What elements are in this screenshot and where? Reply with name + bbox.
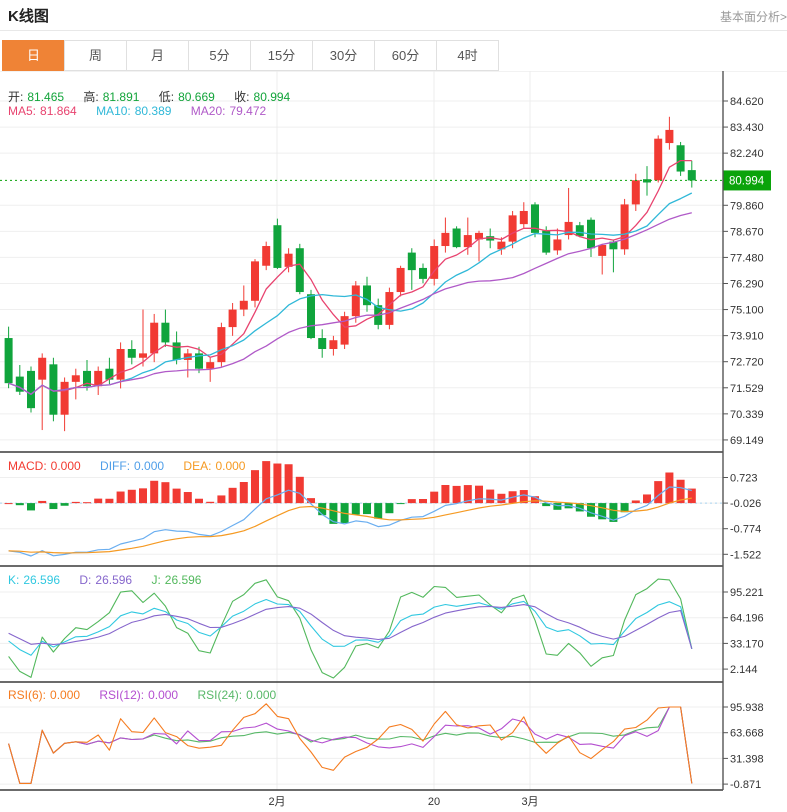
macd-value: 0.000	[51, 459, 81, 473]
rsi12-value: 0.000	[148, 688, 178, 702]
header: K线图 基本面分析>	[0, 0, 787, 31]
diff-label: DIFF:	[100, 459, 130, 473]
svg-text:63.668: 63.668	[730, 728, 764, 740]
close-label: 收:	[234, 90, 249, 104]
dea-value: 0.000	[215, 459, 245, 473]
ma5-line	[9, 161, 692, 395]
fundamental-analysis-link[interactable]: 基本面分析>	[720, 8, 787, 25]
k-label: K:	[8, 573, 19, 587]
svg-text:95.938: 95.938	[730, 702, 764, 714]
tab-period-5[interactable]: 30分	[312, 40, 375, 71]
diff-line	[9, 487, 692, 556]
svg-text:31.398: 31.398	[730, 753, 764, 765]
svg-text:20: 20	[428, 796, 440, 808]
svg-text:77.480: 77.480	[730, 252, 764, 264]
macd-label: MACD:	[8, 459, 47, 473]
ma-lines	[9, 161, 692, 395]
rsi6-value: 0.000	[50, 688, 80, 702]
svg-text:64.196: 64.196	[730, 613, 764, 625]
kdj-panel	[9, 579, 692, 678]
d-value: 26.596	[95, 573, 132, 587]
svg-text:72.720: 72.720	[730, 357, 764, 369]
rsi6-label: RSI(6):	[8, 688, 46, 702]
tab-period-3[interactable]: 5分	[188, 40, 251, 71]
tab-period-1[interactable]: 周	[64, 40, 127, 71]
svg-text:70.339: 70.339	[730, 409, 764, 421]
ohlc-legend: 开: 81.465 高: 81.891 低: 80.669 收: 80.994	[8, 88, 294, 105]
open-value: 81.465	[27, 90, 64, 104]
svg-text:33.170: 33.170	[730, 638, 764, 650]
tab-period-0[interactable]: 日	[2, 40, 65, 71]
axis-labels: 84.620 83.430 82.240 79.860 78.670 77.480 76.2…	[723, 96, 764, 791]
svg-text:84.620: 84.620	[730, 96, 764, 108]
svg-text:2月: 2月	[268, 796, 285, 808]
k-value: 26.596	[23, 573, 60, 587]
svg-text:76.290: 76.290	[730, 278, 764, 290]
k-line	[9, 600, 692, 656]
current-price-badge: 80.994	[723, 170, 771, 190]
kline-app: K线图 基本面分析> 日周月5分15分30分60分4时 80.99484.620…	[0, 0, 787, 812]
macd-panel	[0, 461, 723, 556]
tab-period-2[interactable]: 月	[126, 40, 189, 71]
j-label: J:	[151, 573, 160, 587]
svg-text:-0.774: -0.774	[730, 524, 761, 536]
period-tabs: 日周月5分15分30分60分4时	[2, 40, 499, 71]
svg-text:75.100: 75.100	[730, 305, 764, 317]
ma-legend: MA5: 81.864 MA10: 80.389 MA20:79.472	[8, 104, 270, 118]
svg-text:73.910: 73.910	[730, 331, 764, 343]
ma20-value: 79.472	[229, 104, 266, 118]
ma10-label: MA10:	[96, 104, 131, 118]
open-label: 开:	[8, 90, 23, 104]
svg-text:-0.871: -0.871	[730, 779, 761, 791]
svg-text:78.670: 78.670	[730, 226, 764, 238]
svg-text:71.529: 71.529	[730, 383, 764, 395]
svg-text:69.149: 69.149	[730, 435, 764, 447]
rsi-panel	[9, 704, 692, 784]
axes-layer	[0, 71, 723, 790]
j-value: 26.596	[165, 573, 202, 587]
tab-period-7[interactable]: 4时	[436, 40, 499, 71]
tab-period-4[interactable]: 15分	[250, 40, 313, 71]
j-line	[9, 579, 692, 678]
rsi24-label: RSI(24):	[197, 688, 242, 702]
low-value: 80.669	[178, 90, 215, 104]
close-value: 80.994	[254, 90, 291, 104]
svg-text:-1.522: -1.522	[730, 549, 761, 561]
svg-text:80.994: 80.994	[729, 175, 765, 187]
svg-text:83.430: 83.430	[730, 122, 764, 134]
kdj-legend: K: 26.596 D: 26.596 J: 26.596	[8, 573, 205, 587]
low-label: 低:	[159, 90, 174, 104]
macd-legend: MACD: 0.000 DIFF: 0.000 DEA: 0.000	[8, 459, 249, 473]
svg-text:0.723: 0.723	[730, 473, 758, 485]
rsi24-value: 0.000	[246, 688, 276, 702]
svg-text:82.240: 82.240	[730, 148, 764, 160]
ma5-value: 81.864	[40, 104, 77, 118]
diff-value: 0.000	[134, 459, 164, 473]
svg-text:3月: 3月	[521, 796, 538, 808]
svg-text:79.860: 79.860	[730, 200, 764, 212]
rsi12-label: RSI(12):	[99, 688, 144, 702]
ma20-label: MA20:	[191, 104, 226, 118]
high-label: 高:	[83, 90, 98, 104]
ma5-label: MA5:	[8, 104, 36, 118]
svg-text:-0.026: -0.026	[730, 498, 761, 510]
svg-text:2.144: 2.144	[730, 664, 758, 676]
page-title: K线图	[8, 5, 49, 26]
tab-period-6[interactable]: 60分	[374, 40, 437, 71]
candles-layer	[5, 117, 696, 431]
rsi-legend: RSI(6): 0.000 RSI(12): 0.000 RSI(24): 0.000	[8, 688, 280, 702]
high-value: 81.891	[103, 90, 140, 104]
dea-label: DEA:	[183, 459, 211, 473]
d-label: D:	[79, 573, 91, 587]
ma10-value: 80.389	[135, 104, 172, 118]
x-axis-labels: 2月 20 3月	[268, 796, 538, 808]
svg-text:95.221: 95.221	[730, 587, 764, 599]
chart-area: 80.994 84.620 83.430 82.240 79.860 78.670 77.4…	[0, 71, 787, 812]
